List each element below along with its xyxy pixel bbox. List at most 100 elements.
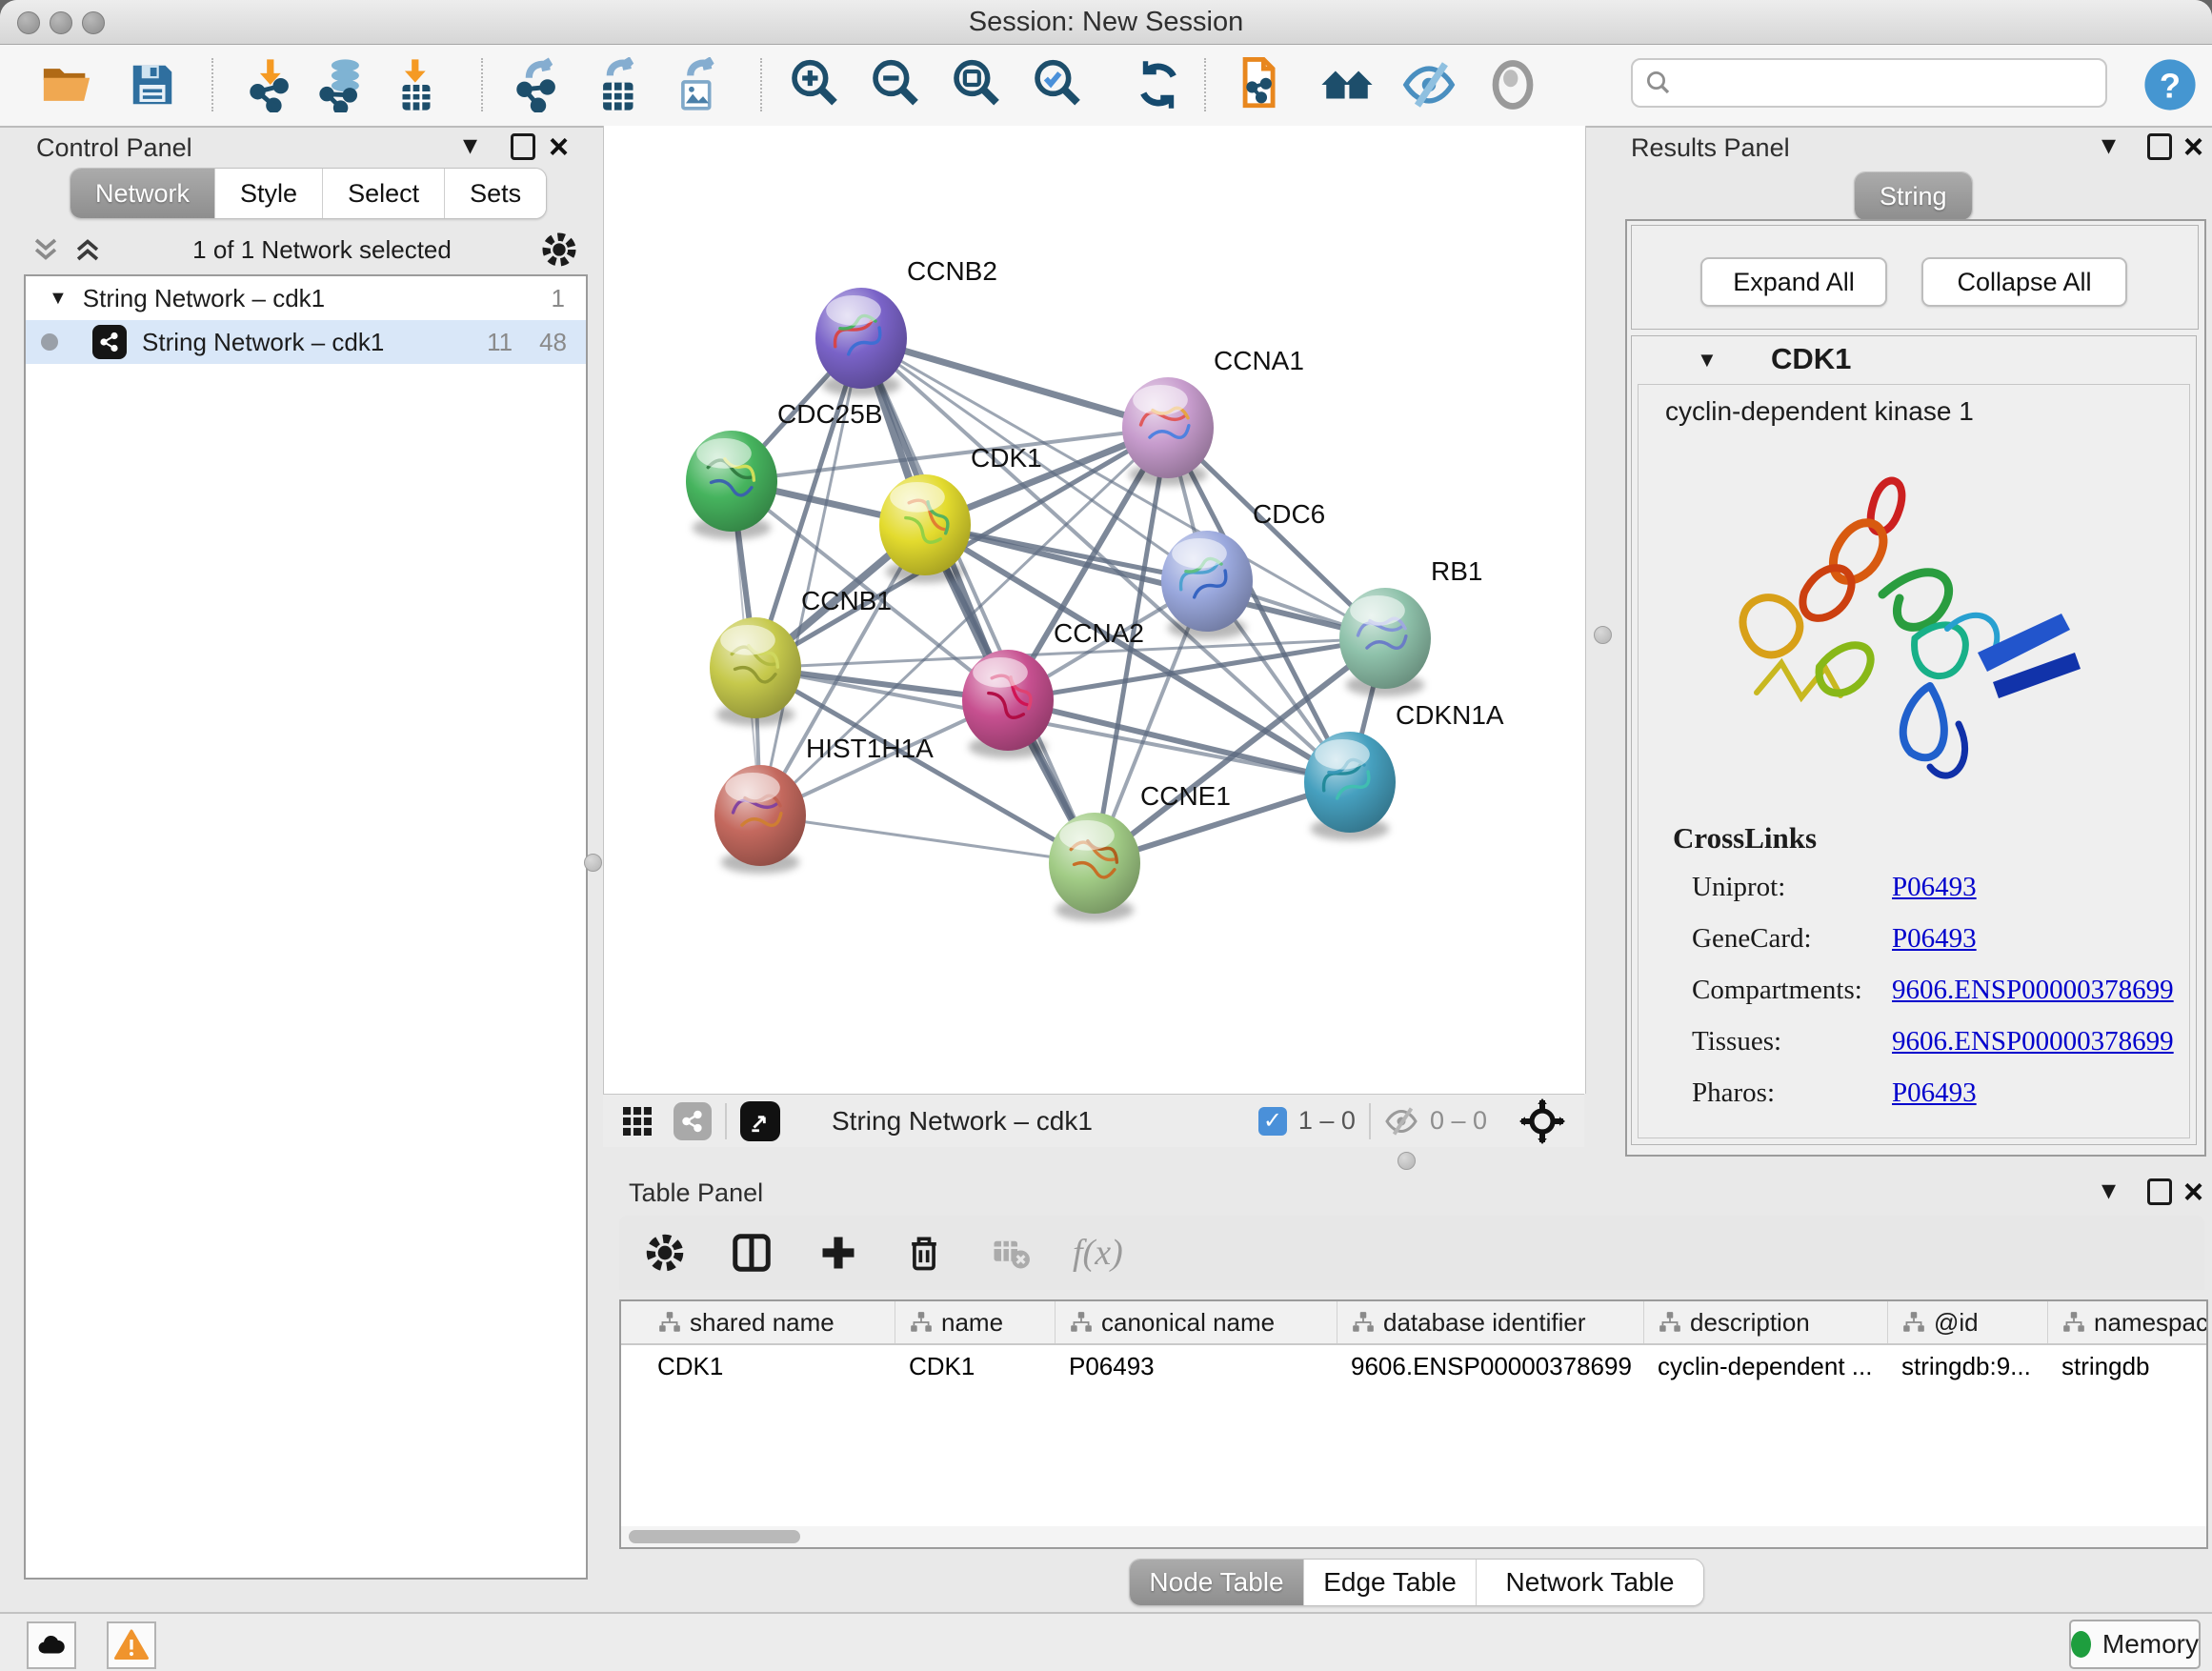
control-panel-menu-icon[interactable]: ▾ bbox=[463, 131, 477, 160]
network-canvas[interactable]: CCNB2CCNA1CDC25BCDK1CDC6RB1CCNB1CCNA2CDK… bbox=[603, 126, 1586, 1094]
tab-string[interactable]: String bbox=[1855, 172, 1972, 220]
selected-nodes-checkbox[interactable]: ✓ bbox=[1258, 1107, 1287, 1136]
table-panel-close-icon[interactable]: × bbox=[2183, 1178, 2203, 1205]
search-input[interactable] bbox=[1673, 68, 2086, 99]
table-column-header[interactable]: name bbox=[895, 1301, 1056, 1343]
statusbar-separator bbox=[725, 1103, 727, 1139]
network-node-cdkn1a[interactable]: CDKN1A bbox=[1304, 700, 1504, 840]
zoom-in-icon[interactable] bbox=[784, 54, 845, 115]
tab-style[interactable]: Style bbox=[215, 169, 323, 218]
control-panel-close-icon[interactable]: × bbox=[549, 133, 569, 160]
collapse-all-button[interactable]: Collapse All bbox=[1921, 257, 2127, 307]
table-cell[interactable]: 9606.ENSP00000378699 bbox=[1337, 1345, 1644, 1387]
control-panel-float-icon[interactable] bbox=[511, 133, 535, 160]
results-panel-close-icon[interactable]: × bbox=[2183, 133, 2203, 160]
network-edge[interactable] bbox=[861, 338, 1095, 863]
import-network-file-icon[interactable] bbox=[241, 54, 302, 115]
refresh-icon[interactable] bbox=[1128, 54, 1189, 115]
network-collection-row[interactable]: ▼ String Network – cdk1 1 bbox=[26, 276, 586, 320]
warning-button[interactable] bbox=[107, 1621, 156, 1669]
export-image-icon[interactable] bbox=[667, 54, 728, 115]
zoom-fit-icon[interactable] bbox=[946, 54, 1007, 115]
crosslink-link[interactable]: P06493 bbox=[1892, 923, 1977, 955]
show-columns-icon[interactable] bbox=[730, 1231, 774, 1275]
search-field[interactable] bbox=[1631, 58, 2107, 108]
network-node-rb1[interactable]: RB1 bbox=[1339, 556, 1482, 696]
table-panel-float-icon[interactable] bbox=[2147, 1178, 2172, 1205]
hidden-eye-slash-icon[interactable] bbox=[1384, 1104, 1418, 1138]
export-table-icon[interactable] bbox=[589, 54, 650, 115]
tab-select[interactable]: Select bbox=[323, 169, 445, 218]
crosslink-link[interactable]: 9606.ENSP00000378699 bbox=[1892, 975, 2174, 1006]
crosslink-link[interactable]: P06493 bbox=[1892, 1077, 1977, 1109]
grid-view-icon[interactable] bbox=[620, 1104, 654, 1138]
table-cell[interactable]: CDK1 bbox=[895, 1345, 1056, 1387]
bottom-splitter-handle[interactable] bbox=[1398, 1152, 1416, 1170]
tab-network[interactable]: Network bbox=[70, 169, 215, 218]
table-row[interactable]: CDK1CDK1P064939606.ENSP00000378699cyclin… bbox=[621, 1345, 2206, 1387]
show-eye-icon[interactable] bbox=[1482, 54, 1543, 115]
table-column-header[interactable]: @id bbox=[1888, 1301, 2048, 1343]
function-builder-icon: f(x) bbox=[1073, 1232, 1123, 1274]
import-network-database-icon[interactable] bbox=[312, 54, 373, 115]
table-column-header[interactable]: description bbox=[1644, 1301, 1888, 1343]
save-session-icon[interactable] bbox=[122, 54, 183, 115]
expand-all-icon[interactable] bbox=[71, 233, 104, 266]
tab-sets[interactable]: Sets bbox=[445, 169, 546, 218]
open-folder-icon[interactable] bbox=[36, 54, 97, 115]
table-column-header[interactable]: canonical name bbox=[1056, 1301, 1337, 1343]
import-table-icon[interactable] bbox=[386, 54, 447, 115]
tab-edge-table[interactable]: Edge Table bbox=[1304, 1560, 1477, 1605]
gene-collapse-icon[interactable]: ▼ bbox=[1697, 348, 1718, 372]
table-h-scrollbar[interactable] bbox=[621, 1526, 2206, 1547]
table-cell[interactable]: stringdb bbox=[2048, 1345, 2208, 1387]
expand-all-button[interactable]: Expand All bbox=[1700, 257, 1887, 307]
network-graph[interactable]: CCNB2CCNA1CDC25BCDK1CDC6RB1CCNB1CCNA2CDK… bbox=[604, 126, 1585, 1094]
table-column-header[interactable]: namespace bbox=[2048, 1301, 2208, 1343]
fit-selected-crosshair-icon[interactable] bbox=[1519, 1098, 1565, 1144]
table-column-header[interactable]: shared name bbox=[644, 1301, 895, 1343]
crosslink-link[interactable]: P06493 bbox=[1892, 872, 1977, 903]
table-cell[interactable]: P06493 bbox=[1056, 1345, 1337, 1387]
create-column-plus-icon[interactable] bbox=[817, 1232, 859, 1274]
network-node-cdc25b[interactable]: CDC25B bbox=[686, 399, 882, 539]
zoom-selected-icon[interactable] bbox=[1027, 54, 1088, 115]
memory-button[interactable]: Memory bbox=[2069, 1620, 2201, 1669]
network-node-ccnb2[interactable]: CCNB2 bbox=[815, 256, 997, 396]
delete-column-trash-icon[interactable] bbox=[903, 1232, 945, 1274]
table-cell[interactable]: cyclin-dependent ... bbox=[1644, 1345, 1888, 1387]
birdseye-view-icon[interactable] bbox=[740, 1101, 780, 1141]
network-edge[interactable] bbox=[925, 525, 1385, 638]
table-gear-icon[interactable] bbox=[644, 1232, 686, 1274]
tree-expand-icon[interactable]: ▼ bbox=[49, 288, 68, 310]
network-row-selected[interactable]: String Network – cdk1 11 48 bbox=[26, 320, 586, 364]
crosslink-link[interactable]: 9606.ENSP00000378699 bbox=[1892, 1026, 2174, 1057]
collapse-all-icon[interactable] bbox=[30, 233, 62, 266]
open-session-file-icon[interactable] bbox=[1231, 54, 1292, 115]
network-edge[interactable] bbox=[861, 338, 1168, 428]
gene-section: ▼ CDK1 cyclin-dependent kinase 1 CrossLi… bbox=[1631, 335, 2197, 1145]
hide-eye-icon[interactable] bbox=[1398, 54, 1459, 115]
network-node-ccna1[interactable]: CCNA1 bbox=[1122, 346, 1304, 486]
results-panel-float-icon[interactable] bbox=[2147, 133, 2172, 160]
network-share-view-icon[interactable] bbox=[674, 1102, 712, 1140]
export-network-icon[interactable] bbox=[508, 54, 569, 115]
tab-node-table[interactable]: Node Table bbox=[1130, 1560, 1304, 1605]
table-cell[interactable]: stringdb:9... bbox=[1888, 1345, 2048, 1387]
network-options-gear-icon[interactable] bbox=[540, 231, 578, 269]
network-node-ccnb1[interactable]: CCNB1 bbox=[710, 586, 892, 726]
tab-network-table[interactable]: Network Table bbox=[1477, 1560, 1703, 1605]
table-column-header[interactable]: database identifier bbox=[1337, 1301, 1644, 1343]
scrollbar-thumb[interactable] bbox=[629, 1530, 800, 1543]
right-splitter-handle[interactable] bbox=[1594, 626, 1612, 644]
table-cell[interactable]: CDK1 bbox=[644, 1345, 895, 1387]
zoom-out-icon[interactable] bbox=[865, 54, 926, 115]
help-icon[interactable]: ? bbox=[2140, 54, 2201, 115]
network-node-hist1h1a[interactable]: HIST1H1A bbox=[714, 734, 934, 874]
results-panel-menu-icon[interactable]: ▾ bbox=[2101, 131, 2116, 160]
cloud-status-button[interactable] bbox=[27, 1621, 76, 1669]
home-icon[interactable] bbox=[1317, 54, 1377, 115]
network-edge[interactable] bbox=[760, 815, 1095, 863]
table-panel-menu-icon[interactable]: ▾ bbox=[2101, 1177, 2116, 1205]
left-splitter-handle[interactable] bbox=[584, 854, 602, 872]
